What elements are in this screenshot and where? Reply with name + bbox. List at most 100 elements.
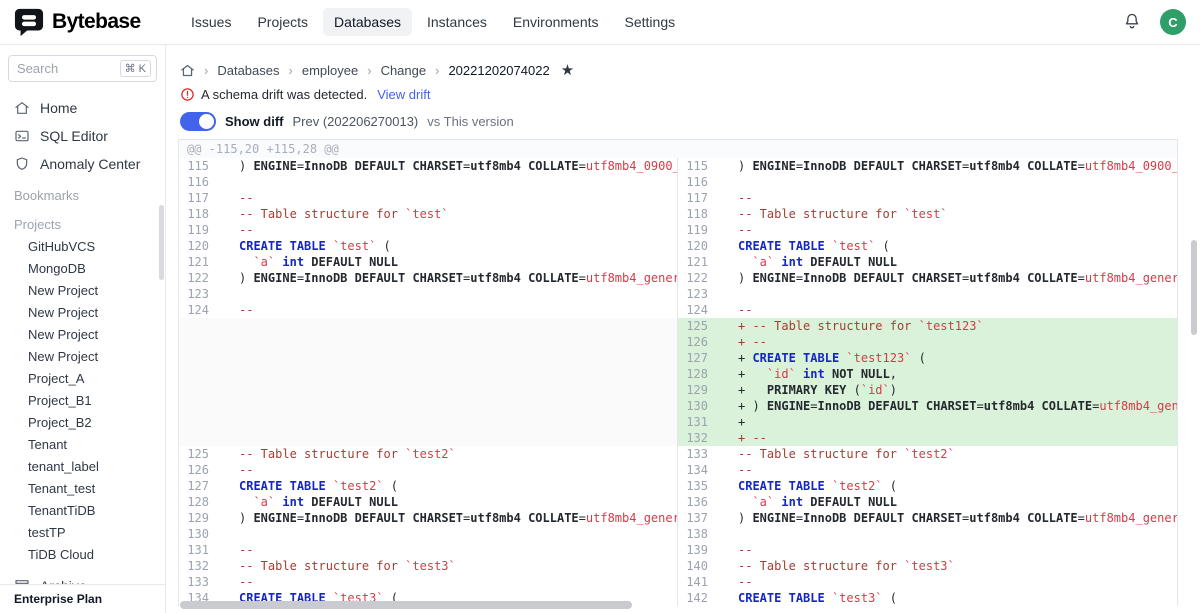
- diff-left-cell: 132-- Table structure for `test3`: [179, 558, 678, 574]
- topnav-items: IssuesProjectsDatabasesInstancesEnvironm…: [180, 8, 1122, 36]
- line-number: 129: [179, 510, 225, 526]
- code-line: --: [225, 190, 253, 206]
- app-body: ⌘ K Home SQL Editor Anomaly Center: [0, 45, 1200, 613]
- diff-controls: Show diff Prev (202206270013) vs This ve…: [166, 105, 1200, 137]
- sidebar-project-item[interactable]: MongoDB: [0, 258, 165, 280]
- prev-version-link[interactable]: Prev (202206270013): [293, 114, 419, 129]
- diff-row: 123123: [179, 286, 1177, 302]
- breadcrumb-version: 20221202074022: [448, 63, 549, 78]
- star-icon[interactable]: ★: [561, 61, 574, 79]
- line-number: 122: [179, 270, 225, 286]
- sidebar-project-item[interactable]: Tenant_test: [0, 478, 165, 500]
- user-avatar[interactable]: C: [1160, 9, 1186, 35]
- sidebar-project-item[interactable]: New Project: [0, 302, 165, 324]
- diff-left-cell: 129) ENGINE=InnoDB DEFAULT CHARSET=utf8m…: [179, 510, 678, 526]
- topnav-item-issues[interactable]: Issues: [180, 8, 242, 36]
- topnav-item-databases[interactable]: Databases: [323, 8, 412, 36]
- topnav-item-settings[interactable]: Settings: [614, 8, 687, 36]
- sidebar-scrollbar[interactable]: [159, 205, 164, 280]
- code-line: ) ENGINE=InnoDB DEFAULT CHARSET=utf8mb4 …: [724, 270, 1177, 286]
- topnav-item-instances[interactable]: Instances: [416, 8, 498, 36]
- code-line: + -- Table structure for `test123`: [724, 318, 984, 334]
- code-line: --: [724, 574, 752, 590]
- diff-left-cell: 116: [179, 174, 678, 190]
- diff-row: 133--141--: [179, 574, 1177, 590]
- search-shortcut-badge: ⌘ K: [120, 60, 151, 77]
- code-line: CREATE TABLE `test` (: [724, 238, 890, 254]
- sidebar-project-item[interactable]: Project_B2: [0, 412, 165, 434]
- breadcrumb-separator: ›: [367, 63, 371, 78]
- sidebar: ⌘ K Home SQL Editor Anomaly Center: [0, 45, 166, 613]
- sidebar-project-item[interactable]: New Project: [0, 324, 165, 346]
- line-number: 126: [678, 334, 724, 350]
- diff-left-cell: [179, 430, 678, 446]
- code-line: CREATE TABLE `test` (: [225, 238, 391, 254]
- topnav-item-projects[interactable]: Projects: [246, 8, 319, 36]
- diff-left-cell: [179, 382, 678, 398]
- show-diff-toggle[interactable]: [180, 112, 216, 131]
- horizontal-scrollbar[interactable]: [180, 601, 632, 609]
- breadcrumb-employee[interactable]: employee: [302, 63, 358, 78]
- diff-right-cell: 118-- Table structure for `test`: [678, 206, 1177, 222]
- home-breadcrumb-icon[interactable]: [180, 63, 195, 78]
- code-line: ) ENGINE=InnoDB DEFAULT CHARSET=utf8mb4 …: [724, 158, 1177, 174]
- code-line: CREATE TABLE `test2` (: [225, 478, 398, 494]
- line-number: 141: [678, 574, 724, 590]
- notification-bell-icon[interactable]: [1122, 12, 1142, 32]
- sidebar-project-item[interactable]: TiDB Cloud: [0, 544, 165, 566]
- diff-row: 127+ CREATE TABLE `test123` (: [179, 350, 1177, 366]
- code-line: [724, 174, 738, 190]
- sidebar-item-home[interactable]: Home: [0, 94, 165, 122]
- line-number: 115: [179, 158, 225, 174]
- search-box[interactable]: ⌘ K: [8, 55, 157, 82]
- topnav-item-environments[interactable]: Environments: [502, 8, 610, 36]
- diff-left-cell: 128 `a` int DEFAULT NULL: [179, 494, 678, 510]
- diff-left-cell: 126--: [179, 462, 678, 478]
- diff-right-cell: 115) ENGINE=InnoDB DEFAULT CHARSET=utf8m…: [678, 158, 1177, 174]
- diff-right-cell: 126+ --: [678, 334, 1177, 350]
- bytebase-logo-icon: [14, 7, 44, 37]
- sidebar-project-item[interactable]: TenantTiDB: [0, 500, 165, 522]
- vertical-scrollbar[interactable]: [1191, 240, 1197, 335]
- breadcrumb-databases[interactable]: Databases: [217, 63, 279, 78]
- diff-left-cell: [179, 366, 678, 382]
- line-number: 120: [179, 238, 225, 254]
- sidebar-project-item[interactable]: New Project: [0, 280, 165, 302]
- code-line: [225, 526, 239, 542]
- diff-right-cell: 137) ENGINE=InnoDB DEFAULT CHARSET=utf8m…: [678, 510, 1177, 526]
- code-line: + `id` int NOT NULL,: [724, 366, 897, 382]
- sidebar-project-item[interactable]: GitHubVCS: [0, 236, 165, 258]
- diff-left-cell: [179, 414, 678, 430]
- view-drift-link[interactable]: View drift: [377, 87, 430, 102]
- sidebar-project-item[interactable]: tenant_label: [0, 456, 165, 478]
- line-number: 139: [678, 542, 724, 558]
- search-input[interactable]: [17, 61, 116, 76]
- code-line: CREATE TABLE `test3` (: [724, 590, 897, 606]
- line-number: 120: [678, 238, 724, 254]
- code-line: [724, 526, 738, 542]
- diff-right-cell: 123: [678, 286, 1177, 302]
- diff-right-cell: 119--: [678, 222, 1177, 238]
- code-line: [225, 286, 239, 302]
- main-content: › Databases › employee › Change › 202212…: [166, 45, 1200, 613]
- line-number: 123: [678, 286, 724, 302]
- sidebar-project-item[interactable]: New Project: [0, 346, 165, 368]
- bytebase-logo[interactable]: Bytebase: [14, 7, 164, 37]
- diff-row: 131--139--: [179, 542, 1177, 558]
- breadcrumb-change[interactable]: Change: [381, 63, 427, 78]
- shield-icon: [14, 156, 30, 172]
- plan-label: Enterprise Plan: [0, 584, 165, 613]
- sidebar-item-anomaly-center[interactable]: Anomaly Center: [0, 150, 165, 178]
- sidebar-project-item[interactable]: Tenant: [0, 434, 165, 456]
- sidebar-project-item[interactable]: Project_A: [0, 368, 165, 390]
- diff-left-cell: 133--: [179, 574, 678, 590]
- code-line: + CREATE TABLE `test123` (: [724, 350, 926, 366]
- line-number: 134: [678, 462, 724, 478]
- alert-icon: [180, 87, 195, 102]
- top-navigation-bar: Bytebase IssuesProjectsDatabasesInstance…: [0, 0, 1200, 45]
- line-number: 127: [678, 350, 724, 366]
- sidebar-project-item[interactable]: testTP: [0, 522, 165, 544]
- diff-row: 117--117--: [179, 190, 1177, 206]
- sidebar-project-item[interactable]: Project_B1: [0, 390, 165, 412]
- sidebar-item-sql-editor[interactable]: SQL Editor: [0, 122, 165, 150]
